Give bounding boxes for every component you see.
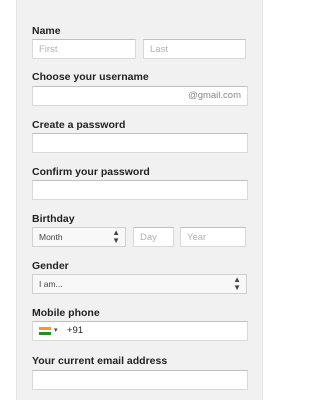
username-input[interactable] <box>39 87 179 105</box>
dial-code: +91 <box>67 325 84 336</box>
name-label: Name <box>32 25 61 37</box>
birthday-label: Birthday <box>32 213 75 225</box>
birth-day-field[interactable] <box>133 227 174 247</box>
gmail-suffix: @gmail.com <box>188 90 241 101</box>
chevron-down-icon[interactable]: ▾ <box>54 322 58 340</box>
current-email-input[interactable] <box>39 371 247 389</box>
birth-year-field[interactable] <box>180 227 246 247</box>
first-name-field[interactable] <box>32 39 136 59</box>
gender-select[interactable]: I am... ▲ ▼ <box>32 274 247 294</box>
mobile-phone-field[interactable]: ▾ +91 <box>32 321 248 341</box>
birth-year-input[interactable] <box>187 228 245 246</box>
mobile-phone-label: Mobile phone <box>32 307 100 319</box>
gender-label: Gender <box>32 260 69 272</box>
last-name-field[interactable] <box>143 39 246 59</box>
confirm-password-input[interactable] <box>39 181 247 199</box>
gender-value: I am... <box>39 279 63 289</box>
birth-day-input[interactable] <box>140 228 173 246</box>
updown-arrows-icon: ▲ ▼ <box>112 228 120 245</box>
username-field[interactable]: @gmail.com <box>32 86 248 106</box>
confirm-password-field[interactable] <box>32 180 248 200</box>
last-name-input[interactable] <box>150 40 245 58</box>
username-label: Choose your username <box>32 71 149 83</box>
india-flag-icon[interactable] <box>39 327 51 335</box>
birth-month-select[interactable]: Month ▲ ▼ <box>32 227 126 247</box>
updown-arrows-icon: ▲ ▼ <box>233 275 241 292</box>
password-field[interactable] <box>32 133 248 153</box>
create-password-label: Create a password <box>32 119 126 131</box>
birth-month-value: Month <box>39 232 63 242</box>
current-email-label: Your current email address <box>32 355 168 367</box>
confirm-password-label: Confirm your password <box>32 166 150 178</box>
first-name-input[interactable] <box>39 40 135 58</box>
password-input[interactable] <box>39 134 247 152</box>
current-email-field[interactable] <box>32 370 248 390</box>
